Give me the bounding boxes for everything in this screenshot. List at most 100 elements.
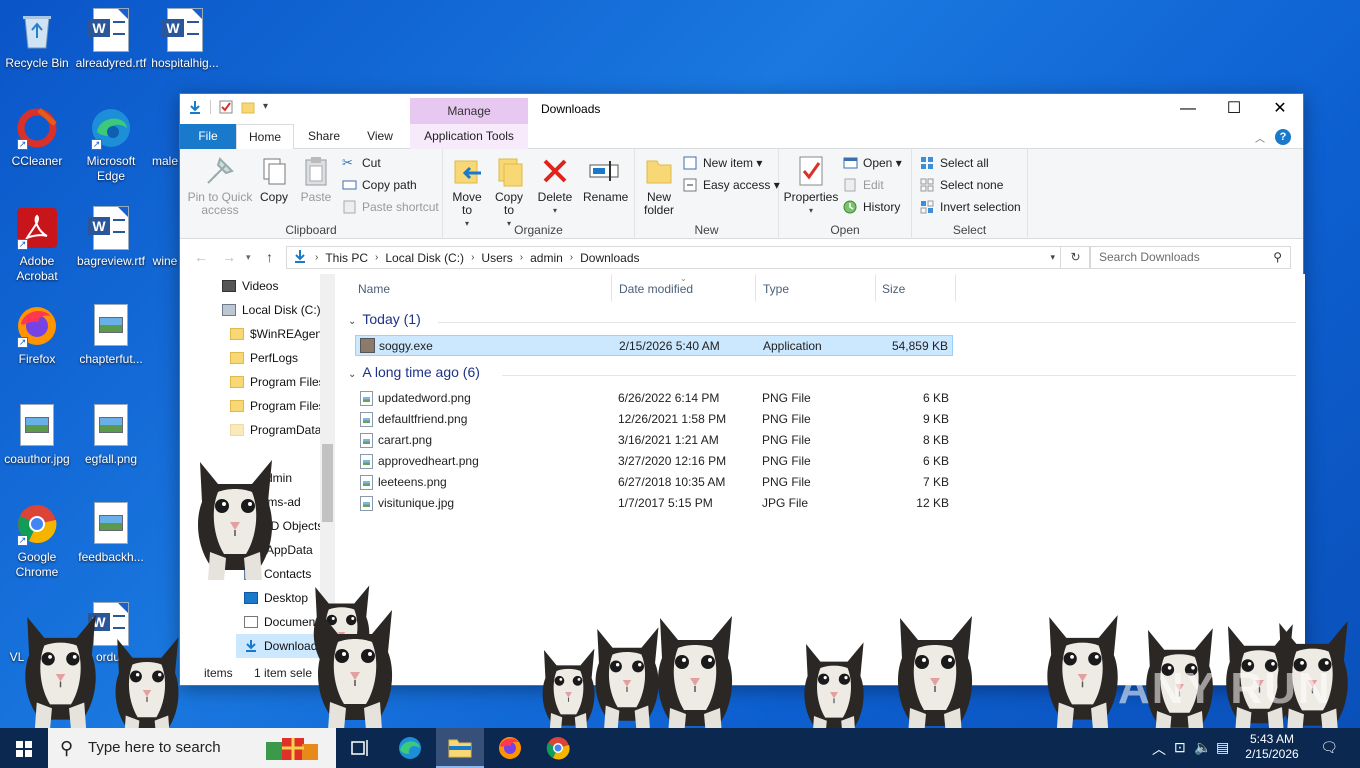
desktop-icon-alreadyred[interactable]: W alreadyred.rtf <box>74 8 148 71</box>
up-arrow-icon[interactable]: ↑ <box>266 249 273 265</box>
open-button[interactable]: Open ▾ <box>843 153 902 173</box>
close-button[interactable]: ✕ <box>1257 94 1303 124</box>
nav-item-program-files-x86[interactable]: Program Files <box>230 394 324 418</box>
column-header-type[interactable]: Type <box>763 282 789 302</box>
copy-button[interactable]: Copy <box>256 155 292 204</box>
table-row[interactable]: soggy.exe 2/15/2026 5:40 AM Application 54,… <box>355 335 953 356</box>
nav-item-desktop[interactable]: Desktop <box>244 586 308 610</box>
table-row[interactable]: approvedheart.png 3/27/2020 12:16 PM PNG F… <box>355 451 953 472</box>
table-row[interactable]: defaultfriend.png 12/26/2021 1:58 PM PNG F… <box>355 409 953 430</box>
collapse-ribbon-icon[interactable]: ︿ <box>1255 130 1265 145</box>
breadcrumb-users[interactable]: Users <box>476 251 517 265</box>
new-folder-button[interactable]: New folder <box>639 155 679 217</box>
copy-path-button[interactable]: Copy path <box>342 175 417 195</box>
desktop-icon-egfall[interactable]: egfall.png <box>74 404 148 467</box>
nav-item-perflogs[interactable]: PerfLogs <box>230 346 298 370</box>
recent-locations-icon[interactable]: ▾ <box>246 252 251 263</box>
search-input[interactable]: Search Downloads ⚲ <box>1090 246 1291 269</box>
column-divider[interactable] <box>955 274 956 302</box>
rename-button[interactable]: Rename <box>583 155 628 204</box>
column-divider[interactable] <box>875 274 876 302</box>
desktop-icon-firefox[interactable]: ↗ Firefox <box>0 304 74 367</box>
properties-button[interactable]: Properties ▾ <box>783 155 839 217</box>
help-icon[interactable]: ? <box>1275 129 1291 145</box>
group-header-long-ago[interactable]: ⌄ A long time ago (6) <box>348 364 480 380</box>
new-item-button[interactable]: New item ▾ <box>683 153 762 173</box>
cut-button[interactable]: ✂ Cut <box>342 153 381 173</box>
down-arrow-icon[interactable] <box>188 100 202 114</box>
keyboard-icon[interactable]: ▤ <box>1216 739 1229 756</box>
column-header-name[interactable]: Name <box>358 282 390 302</box>
nav-item-winreagent[interactable]: $WinREAgent <box>230 322 324 346</box>
table-row[interactable]: carart.png 3/16/2021 1:21 AM PNG File 8 KB <box>355 430 953 451</box>
desktop-icon-chrome[interactable]: ↗ Google Chrome <box>0 502 74 580</box>
table-row[interactable]: leeteens.png 6/27/2018 10:35 AM PNG File 7 … <box>355 472 953 493</box>
show-hidden-icons-chevron-icon[interactable]: ︿ <box>1152 739 1166 759</box>
select-all-button[interactable]: Select all <box>920 153 989 173</box>
tab-home[interactable]: Home <box>236 124 294 150</box>
column-divider[interactable] <box>611 274 612 302</box>
pin-to-quick-access-button[interactable]: Pin to Quick access <box>186 155 254 217</box>
back-arrow-icon[interactable]: ← <box>194 249 208 265</box>
desktop-icon-edge[interactable]: ↗ Microsoft Edge <box>74 106 148 184</box>
refresh-icon[interactable]: ↻ <box>1060 246 1090 269</box>
desktop-icon-wine[interactable]: wine <box>148 206 182 269</box>
start-button[interactable] <box>0 728 48 768</box>
tab-application-tools[interactable]: Application Tools <box>410 124 528 149</box>
customize-qat-icon[interactable]: ▾ <box>263 100 277 114</box>
volume-icon[interactable]: 🔈 <box>1194 739 1211 756</box>
clock[interactable]: 5:43 AM 2/15/2026 <box>1232 732 1312 762</box>
breadcrumb-local-disk[interactable]: Local Disk (C:) <box>380 251 469 265</box>
group-header-today[interactable]: ⌄ Today (1) <box>348 311 421 327</box>
notifications-icon[interactable]: 🗨 <box>1320 739 1338 756</box>
column-header-date[interactable]: Date modified <box>619 282 693 302</box>
move-to-button[interactable]: Move to ▾ <box>449 155 485 230</box>
breadcrumb-admin[interactable]: admin <box>525 251 568 265</box>
desktop-icon-ccleaner[interactable]: ↗ CCleaner <box>0 106 74 169</box>
select-none-button[interactable]: Select none <box>920 175 1003 195</box>
forward-arrow-icon[interactable]: → <box>222 249 236 265</box>
desktop-icon-recycle-bin[interactable]: Recycle Bin <box>0 8 74 71</box>
nav-item-programdata[interactable]: ProgramData <box>230 418 321 442</box>
desktop-icon-adobe-acrobat[interactable]: ↗ Adobe Acrobat <box>0 206 74 284</box>
invert-selection-button[interactable]: Invert selection <box>920 197 1021 217</box>
minimize-button[interactable]: — <box>1165 94 1211 124</box>
scrollbar-thumb[interactable] <box>322 444 333 522</box>
desktop-icon-hospitalhig[interactable]: W hospitalhig... <box>148 8 222 71</box>
desktop-icon-male[interactable]: male <box>148 106 182 169</box>
desktop-icon-feedbackh[interactable]: feedbackh... <box>74 502 148 565</box>
paste-shortcut-button[interactable]: Paste shortcut <box>342 197 439 217</box>
nav-item-local-disk[interactable]: Local Disk (C:) <box>222 298 321 322</box>
taskbar-search-box[interactable]: ⚲ Type here to search <box>48 728 336 768</box>
desktop-icon-bagreview[interactable]: W bagreview.rtf <box>74 206 148 269</box>
task-view-button[interactable] <box>336 728 384 768</box>
address-breadcrumb[interactable]: › This PC › Local Disk (C:) › Users › ad… <box>286 246 1090 269</box>
copy-to-button[interactable]: Copy to ▾ <box>491 155 527 230</box>
taskbar-firefox-icon[interactable] <box>486 728 534 768</box>
table-row[interactable]: updatedword.png 6/26/2022 6:14 PM PNG File… <box>355 388 953 409</box>
column-header-size[interactable]: Size <box>882 282 905 302</box>
tab-share[interactable]: Share <box>294 124 354 149</box>
taskbar-edge-icon[interactable] <box>386 728 434 768</box>
history-button[interactable]: History <box>843 197 900 217</box>
maximize-button[interactable]: ☐ <box>1211 94 1257 124</box>
taskbar-chrome-icon[interactable] <box>534 728 582 768</box>
column-divider[interactable] <box>755 274 756 302</box>
nav-item-program-files[interactable]: Program Files <box>230 370 324 394</box>
address-dropdown-icon[interactable]: ▾ <box>1050 252 1055 263</box>
breadcrumb-this-pc[interactable]: This PC <box>320 251 373 265</box>
table-row[interactable]: visitunique.jpg 1/7/2017 5:15 PM JPG File 1… <box>355 493 953 514</box>
desktop-icon-coauthor[interactable]: coauthor.jpg <box>0 404 74 467</box>
nav-item-videos[interactable]: Videos <box>222 274 278 298</box>
network-icon[interactable]: ⊡ <box>1174 739 1186 756</box>
edit-button[interactable]: Edit <box>843 175 884 195</box>
new-folder-icon[interactable] <box>241 100 255 114</box>
breadcrumb-downloads[interactable]: Downloads <box>575 251 644 265</box>
desktop-icon-chapterfut[interactable]: chapterfut... <box>74 304 148 367</box>
tab-file[interactable]: File <box>180 124 236 149</box>
paste-button[interactable]: Paste <box>296 155 336 204</box>
taskbar-file-explorer-icon[interactable] <box>436 728 484 768</box>
easy-access-button[interactable]: Easy access ▾ <box>683 175 780 195</box>
tab-view[interactable]: View <box>354 124 406 149</box>
properties-check-icon[interactable] <box>219 100 233 114</box>
